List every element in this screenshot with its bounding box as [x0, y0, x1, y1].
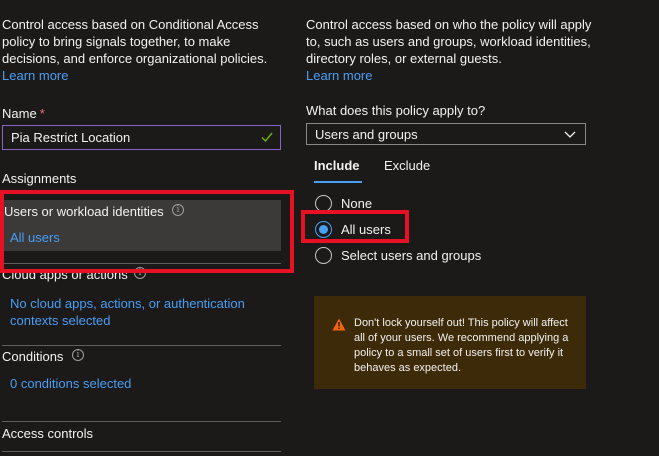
- applies-to-label: What does this policy apply to?: [306, 103, 486, 118]
- warning-icon: [332, 318, 346, 331]
- policy-name-value: Pia Restrict Location: [11, 130, 131, 145]
- left-description: Control access based on Conditional Acce…: [2, 16, 272, 84]
- info-icon[interactable]: i: [134, 267, 146, 279]
- info-icon[interactable]: i: [72, 349, 84, 361]
- radio-select-users-groups[interactable]: Select users and groups: [315, 247, 481, 264]
- users-value-link[interactable]: All users: [10, 230, 60, 245]
- right-learn-more-link[interactable]: Learn more: [306, 68, 372, 83]
- radio-button[interactable]: [315, 221, 332, 238]
- applies-to-dropdown[interactable]: Users and groups: [306, 123, 586, 145]
- users-workload-identities-row[interactable]: Users or workload identities i All users: [2, 200, 281, 251]
- divider: [2, 421, 281, 422]
- required-marker: *: [39, 106, 45, 121]
- radio-button[interactable]: [315, 195, 332, 212]
- applies-to-value: Users and groups: [315, 126, 418, 142]
- cloud-apps-title: Cloud apps or actions: [2, 267, 128, 282]
- radio-label: Select users and groups: [341, 248, 482, 263]
- policy-name-input[interactable]: Pia Restrict Location: [2, 125, 281, 150]
- name-label: Name *: [2, 106, 45, 121]
- divider: [2, 345, 281, 346]
- warning-text: Don't lock yourself out! This policy wil…: [354, 317, 569, 374]
- radio-all-users[interactable]: All users: [315, 221, 391, 238]
- conditions-title: Conditions: [2, 349, 64, 364]
- right-description-text: Control access based on who the policy w…: [306, 17, 592, 66]
- checkmark-icon: [261, 132, 273, 143]
- tab-include-underline: [314, 181, 362, 183]
- radio-label: None: [341, 196, 373, 211]
- info-icon[interactable]: i: [172, 204, 184, 216]
- radio-label: All users: [341, 222, 391, 237]
- left-description-text: Control access based on Conditional Acce…: [2, 17, 268, 66]
- tab-exclude[interactable]: Exclude: [384, 158, 430, 173]
- cloud-apps-value-link[interactable]: No cloud apps, actions, or authenticatio…: [10, 295, 270, 329]
- name-label-text: Name: [2, 106, 37, 121]
- right-description: Control access based on who the policy w…: [306, 16, 596, 84]
- radio-none[interactable]: None: [315, 195, 372, 212]
- radio-button[interactable]: [315, 247, 332, 264]
- left-learn-more-link[interactable]: Learn more: [2, 68, 68, 83]
- assignments-heading: Assignments: [2, 171, 77, 186]
- divider: [2, 451, 281, 452]
- access-controls-heading: Access controls: [2, 426, 94, 441]
- warning-message: Don't lock yourself out! This policy wil…: [314, 296, 586, 389]
- tab-include[interactable]: Include: [314, 158, 360, 173]
- conditions-value-link[interactable]: 0 conditions selected: [10, 376, 131, 391]
- chevron-down-icon: [564, 131, 576, 138]
- divider: [2, 263, 281, 264]
- users-title: Users or workload identities: [4, 204, 164, 219]
